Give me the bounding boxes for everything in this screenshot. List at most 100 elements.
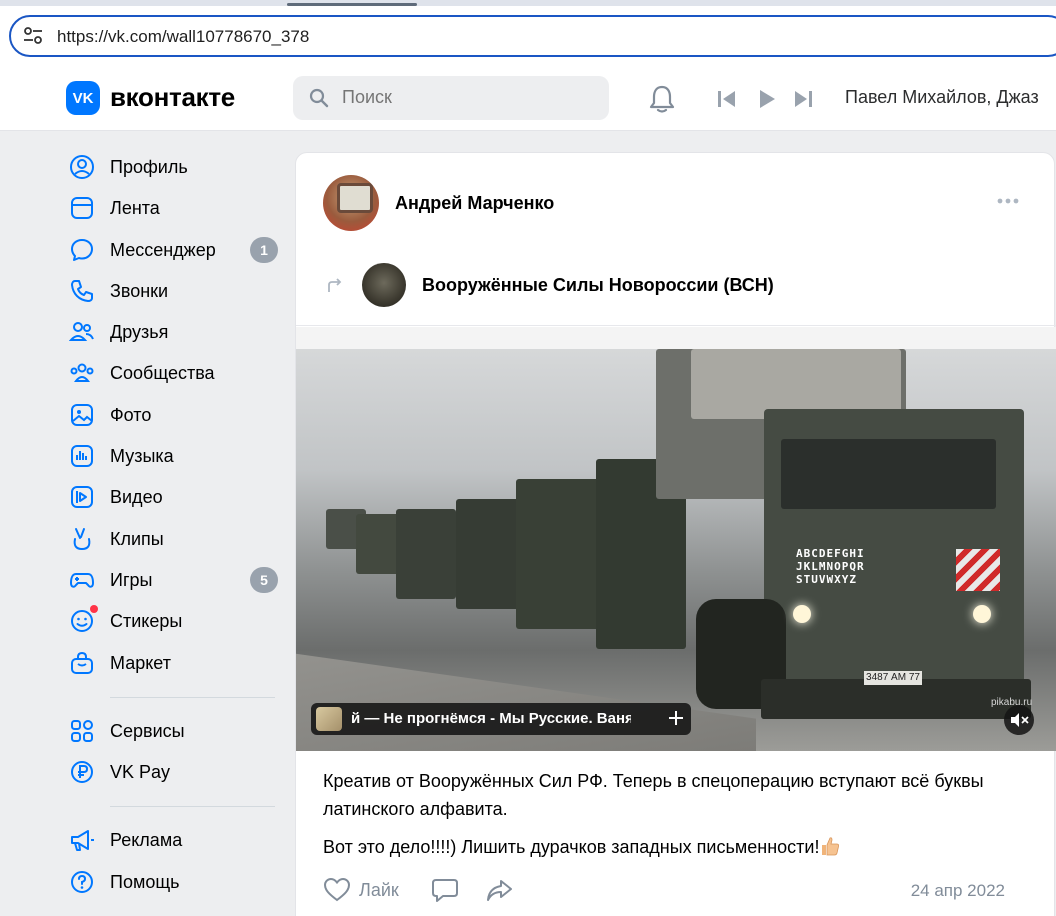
sidebar-item-messenger[interactable]: Мессенджер 1 [66,229,278,270]
truck-letters-line: STUVWXYZ [796,573,857,586]
sidebar-divider [110,696,275,698]
bell-icon[interactable] [648,84,676,114]
url-text[interactable]: https://vk.com/wall10778670_378 [57,27,309,47]
search-input[interactable] [342,87,592,108]
photo-icon [71,403,93,426]
thumbs-up-emoji-icon [822,837,840,856]
sidebar-item-calls[interactable]: Звонки [66,270,278,311]
sidebar-item-games[interactable]: Игры 5 [66,559,278,600]
sidebar-item-label: Звонки [110,280,169,301]
sidebar-item-label: Фото [110,404,152,425]
sidebar-item-label: Сервисы [110,720,185,741]
next-track-icon[interactable] [792,88,814,110]
vk-brand[interactable]: вконтакте [110,82,235,113]
muted-speaker-icon [1011,713,1029,727]
site-settings-icon[interactable] [23,27,43,45]
sidebar-item-feed[interactable]: Лента [66,187,278,228]
address-bar[interactable]: https://vk.com/wall10778670_378 [9,15,1056,57]
license-plate: 3487 АМ 77 [864,671,922,685]
post-divider [296,325,1056,326]
headlight [973,605,991,623]
sidebar-item-label: Помощь [110,871,180,892]
messenger-icon [71,238,93,261]
play-icon[interactable] [756,88,778,110]
comment-button[interactable] [431,875,459,905]
headlight [793,605,811,623]
share-button[interactable] [485,875,513,905]
sidebar-item-label: Мессенджер [110,239,216,260]
truck-letters-line: JKLMNOPQR [796,560,865,573]
sidebar-item-label: VK Pay [110,762,171,783]
sidebar-item-photos[interactable]: Фото [66,394,278,435]
group-avatar[interactable] [362,263,406,307]
games-badge: 5 [250,566,278,593]
sidebar-item-label: Клипы [110,528,164,549]
share-arrow-icon [487,880,512,901]
wall-post: Андрей Марченко Вооружённые Силы Новорос… [295,152,1056,916]
search-box[interactable] [293,76,609,120]
search-icon [309,88,329,108]
truck-letters-line: ABCDEFGHI [796,547,865,560]
like-button[interactable]: Лайк [323,875,399,905]
tab-strip [0,0,1056,6]
add-audio-icon[interactable] [666,708,686,728]
more-options-icon[interactable] [996,195,1020,207]
feed-icon [71,197,93,220]
mute-button[interactable] [1004,705,1034,735]
profile-icon [70,155,94,179]
sidebar: Профиль Лента Мессенджер 1 Звонки Друзья… [66,146,278,902]
sidebar-item-friends[interactable]: Друзья [66,311,278,352]
post-photo[interactable]: ABCDEFGHI JKLMNOPQR STUVWXYZ 3487 АМ 77 … [296,349,1056,751]
help-icon [71,870,93,893]
sidebar-item-stickers[interactable]: Стикеры [66,600,278,641]
sidebar-item-ads[interactable]: Реклама [66,819,278,860]
audio-cover [316,707,342,731]
services-icon [71,719,93,742]
sidebar-item-music[interactable]: Музыка [66,435,278,476]
audio-attachment[interactable]: й — Не прогнёмся - Мы Русские. Ваня [311,703,691,735]
comment-icon [432,879,458,902]
music-icon [71,445,93,468]
sidebar-item-communities[interactable]: Сообщества [66,352,278,393]
vk-logo[interactable]: VK [66,81,100,115]
author-avatar[interactable] [323,175,379,231]
active-tab-indicator[interactable] [287,3,417,6]
post-text: Креатив от Вооружённых Сил РФ. Теперь в … [323,767,1023,861]
sidebar-item-vkpay[interactable]: VK Pay [66,751,278,792]
hazard-stripes [956,549,1000,591]
sidebar-item-clips[interactable]: Клипы [66,518,278,559]
sidebar-item-label: Сообщества [110,363,215,384]
vkpay-icon [71,761,93,784]
author-name[interactable]: Андрей Марченко [395,193,554,214]
sidebar-item-label: Маркет [110,652,171,673]
sidebar-item-services[interactable]: Сервисы [66,710,278,751]
vk-header: VK вконтакте Павел Михайлов, Джаз [0,66,1056,131]
repost-group-name[interactable]: Вооружённые Силы Новороссии (ВСН) [422,275,774,296]
like-label: Лайк [359,879,399,900]
ads-icon [71,830,94,852]
heart-icon [323,877,351,902]
post-paragraph-text: Вот это дело!!!!) Лишить дурачков западн… [323,837,820,857]
friends-icon [69,322,94,342]
now-playing[interactable]: Павел Михайлов, Джаз [845,87,1039,108]
truck-windshield [781,439,996,509]
communities-icon [70,363,94,383]
sidebar-item-label: Профиль [110,157,188,177]
audio-title[interactable]: й — Не прогнёмся - Мы Русские. Ваня [351,710,631,727]
sidebar-item-help[interactable]: Помощь [66,861,278,902]
post-media[interactable]: ABCDEFGHI JKLMNOPQR STUVWXYZ 3487 АМ 77 … [296,327,1056,751]
sidebar-item-label: Стикеры [110,611,183,632]
sidebar-item-label: Друзья [110,322,169,343]
sidebar-divider [110,806,275,808]
post-date[interactable]: 24 апр 2022 [911,881,1005,901]
previous-track-icon[interactable] [716,88,738,110]
sidebar-item-profile[interactable]: Профиль [66,146,278,187]
post-paragraph: Креатив от Вооружённых Сил РФ. Теперь в … [323,771,984,819]
sidebar-item-label: Видео [110,487,163,508]
sidebar-item-video[interactable]: Видео [66,476,278,517]
sidebar-item-label: Реклама [110,830,183,851]
post-actions: Лайк 24 апр 2022 [323,875,1033,905]
truck-letters: ABCDEFGHI JKLMNOPQR STUVWXYZ [796,547,946,591]
sidebar-item-label: Музыка [110,446,174,467]
sidebar-item-market[interactable]: Маркет [66,642,278,683]
